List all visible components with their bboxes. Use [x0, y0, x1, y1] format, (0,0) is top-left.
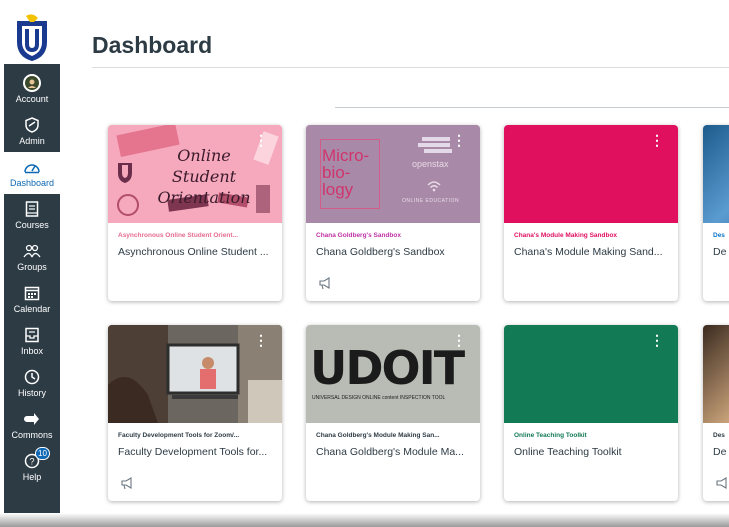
course-card[interactable]: UDOIT UNIVERSAL DESIGN ONLINE content IN…: [306, 325, 480, 501]
nav-help-label: Help: [22, 472, 42, 482]
openstax-text: openstax: [412, 159, 449, 169]
browser-viewport: Account Admin Dashboard Courses Groups C…: [0, 0, 729, 527]
nav-groups-label: Groups: [17, 262, 47, 272]
course-title[interactable]: Online Teaching Toolkit: [514, 446, 622, 458]
shield-icon: [22, 116, 42, 134]
global-navigation: Account Admin Dashboard Courses Groups C…: [4, 12, 60, 515]
avatar-icon: [22, 74, 42, 92]
course-card[interactable]: ⋮ Online Teaching Toolkit Online Teachin…: [504, 325, 678, 501]
people-icon: [22, 242, 42, 260]
course-card[interactable]: Micro- bio- logy openstax ONLINE EDUCATI…: [306, 125, 480, 301]
card-options-menu[interactable]: ⋮: [650, 133, 664, 147]
course-title[interactable]: Chana Goldberg's Module Ma...: [316, 446, 464, 458]
nav-admin[interactable]: Admin: [4, 110, 60, 152]
card-hero-image[interactable]: Online Student Orientation ⋮: [108, 125, 282, 223]
online-education-text: ONLINE EDUCATION: [402, 198, 460, 204]
udoit-logo-text: UDOIT: [310, 341, 465, 395]
nav-groups[interactable]: Groups: [4, 236, 60, 278]
course-card[interactable]: ⋮ Chana's Module Making Sandbox Chana's …: [504, 125, 678, 301]
wifi-icon: [427, 181, 441, 192]
course-code[interactable]: Des: [713, 432, 725, 439]
course-code[interactable]: Online Teaching Toolkit: [514, 432, 587, 439]
course-card[interactable]: ⋮ Faculty Development Tools for Zoom/...…: [108, 325, 282, 501]
course-code[interactable]: Faculty Development Tools for Zoom/...: [118, 432, 239, 439]
subheader-divider: [335, 107, 729, 108]
announcements-icon[interactable]: [318, 276, 332, 290]
card-hero-image[interactable]: [703, 325, 729, 423]
course-title[interactable]: Asynchronous Online Student ...: [118, 246, 269, 258]
course-title[interactable]: Chana's Module Making Sand...: [514, 246, 663, 258]
course-title[interactable]: De: [713, 246, 726, 258]
course-code[interactable]: Des: [713, 232, 725, 239]
nav-dashboard[interactable]: Dashboard: [4, 152, 60, 194]
nav-account[interactable]: Account: [4, 68, 60, 110]
card-options-menu[interactable]: ⋮: [254, 333, 268, 347]
nav-calendar[interactable]: Calendar: [4, 278, 60, 320]
course-title[interactable]: De: [713, 446, 726, 458]
svg-text:?: ?: [29, 457, 34, 467]
nav-courses-label: Courses: [15, 220, 49, 230]
page-title: Dashboard: [92, 32, 213, 58]
course-card[interactable]: Online Student Orientation ⋮ Asynchronou…: [108, 125, 282, 301]
book-icon: [22, 200, 42, 218]
nav-inbox[interactable]: Inbox: [4, 320, 60, 362]
course-title[interactable]: Chana Goldberg's Sandbox: [316, 246, 445, 258]
header-divider: [92, 67, 729, 68]
nav-commons[interactable]: Commons: [4, 404, 60, 446]
announcements-icon[interactable]: [120, 476, 134, 490]
course-card[interactable]: Des De: [703, 325, 729, 501]
announcements-icon[interactable]: [715, 476, 729, 490]
card-options-menu[interactable]: ⋮: [254, 133, 268, 147]
hero-title-line2: Orientation: [157, 188, 251, 207]
nav-courses[interactable]: Courses: [4, 194, 60, 236]
gauge-icon: [22, 158, 42, 176]
nav-dashboard-label: Dashboard: [9, 178, 55, 188]
course-code[interactable]: Chana Goldberg's Module Making San...: [316, 432, 440, 439]
udoit-subtitle: UNIVERSAL DESIGN ONLINE content INSPECTI…: [312, 395, 446, 401]
window-bottom-shadow: [0, 513, 729, 527]
course-code[interactable]: Chana's Module Making Sandbox: [514, 232, 617, 239]
nav-history[interactable]: History: [4, 362, 60, 404]
nav-account-label: Account: [15, 94, 49, 104]
hero-microbiology-text: Micro- bio- logy: [322, 146, 370, 199]
card-options-menu[interactable]: ⋮: [452, 133, 466, 147]
course-code[interactable]: Chana Goldberg's Sandbox: [316, 232, 401, 239]
university-logo[interactable]: [4, 12, 60, 68]
card-hero-image[interactable]: ⋮: [504, 325, 678, 423]
card-hero-image[interactable]: ⋮: [504, 125, 678, 223]
card-hero-image[interactable]: Micro- bio- logy openstax ONLINE EDUCATI…: [306, 125, 480, 223]
card-hero-image[interactable]: ⋮: [108, 325, 282, 423]
commons-icon: [22, 410, 42, 428]
course-code[interactable]: Asynchronous Online Student Orient...: [118, 232, 238, 239]
nav-commons-label: Commons: [11, 430, 53, 440]
clock-icon: [22, 368, 42, 386]
course-card[interactable]: Des De: [703, 125, 729, 301]
nav-inbox-label: Inbox: [20, 346, 44, 356]
nav-history-label: History: [17, 388, 46, 398]
shield-logo-icon: [17, 14, 47, 62]
nav-calendar-label: Calendar: [13, 304, 51, 314]
card-hero-image[interactable]: [703, 125, 729, 223]
card-options-menu[interactable]: ⋮: [650, 333, 664, 347]
calendar-icon: [22, 284, 42, 302]
hero-title-line1: Online Student: [171, 146, 237, 186]
nav-admin-label: Admin: [19, 136, 45, 146]
inbox-icon: [22, 326, 42, 344]
card-options-menu[interactable]: ⋮: [452, 333, 466, 347]
card-hero-image[interactable]: UDOIT UNIVERSAL DESIGN ONLINE content IN…: [306, 325, 480, 423]
course-title[interactable]: Faculty Development Tools for...: [118, 446, 267, 458]
nav-help[interactable]: ? 10 Help: [4, 446, 60, 488]
help-badge: 10: [35, 447, 50, 460]
